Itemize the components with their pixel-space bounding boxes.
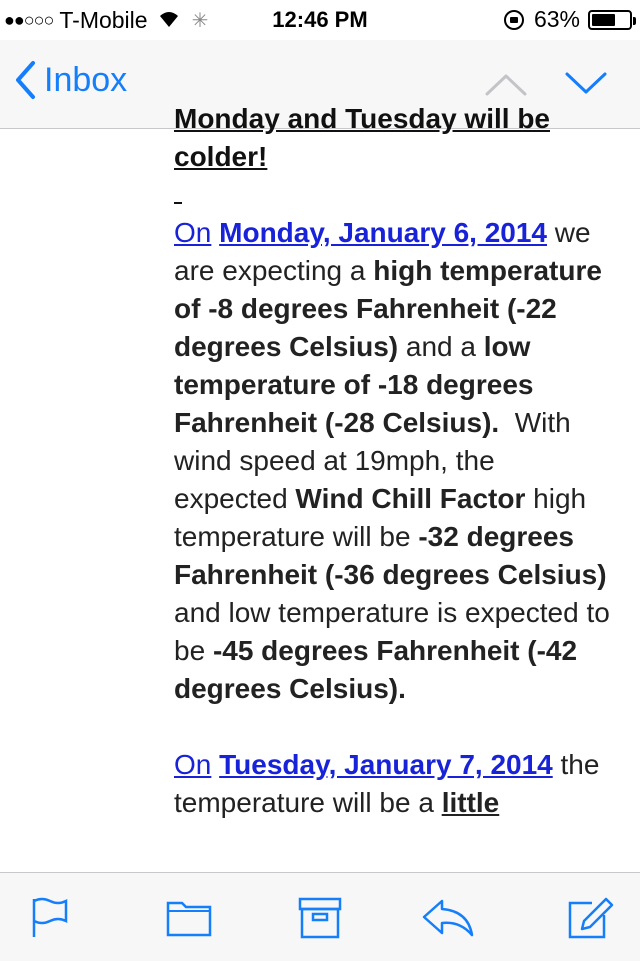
chevron-down-icon [565,72,607,94]
folder-icon [166,901,212,937]
back-to-inbox-button[interactable]: Inbox [14,60,127,100]
status-right: 63% [503,6,636,33]
battery-fill [592,13,615,26]
reply-button[interactable] [420,897,476,944]
archive-button[interactable] [298,897,342,944]
bottom-toolbar [0,872,640,961]
archive-box-icon [298,897,342,939]
email-heading-line2: colder! [174,141,268,172]
on-link[interactable]: On [174,217,211,248]
reply-arrow-icon [422,899,474,937]
compose-icon [568,897,614,939]
move-to-folder-button[interactable] [166,897,212,942]
underline-spacer [174,176,614,214]
bold-text: little [441,787,500,818]
compose-button[interactable] [566,897,614,946]
status-bar: ●●○○○ T-Mobile ✳ 12:46 PM 63% [0,0,640,40]
tuesday-date-link[interactable]: Tuesday, January 7, 2014 [219,749,553,780]
bold-text: -45 degrees Fahrenheit (-42 degrees Cels… [174,635,578,704]
battery-icon [588,9,636,30]
paragraph-monday: On Monday, January 6, 2014 we are expect… [174,214,614,708]
chevron-up-icon [485,74,527,96]
email-heading: Monday and Tuesday will be colder! [174,100,614,176]
paragraph-tuesday: On Tuesday, January 7, 2014 the temperat… [174,746,614,822]
text: and a [405,331,476,362]
rotation-lock-icon [503,9,524,30]
underline-mark [174,192,182,204]
monday-date-link[interactable]: Monday, January 6, 2014 [219,217,547,248]
flag-icon [32,897,68,937]
chevron-left-icon [16,61,35,99]
back-label: Inbox [44,60,128,99]
bold-text: Wind Chill Factor [295,483,526,514]
battery-percent: 63% [533,6,580,32]
flag-button[interactable] [30,897,70,944]
on-link[interactable]: On [174,749,211,780]
email-body: Monday and Tuesday will be colder! On Mo… [174,103,614,822]
email-heading-line1: Monday and Tuesday will be [174,103,550,134]
